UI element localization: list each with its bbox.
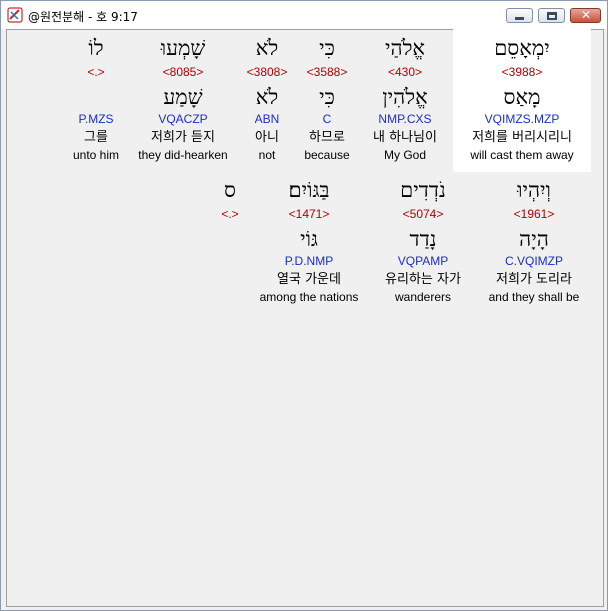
lexical-form: הָיָה <box>519 227 549 251</box>
word-cell[interactable]: יִמְאָסֵם <3988> מָאַס VQIMZS.MZP 저희를 버리… <box>457 33 587 163</box>
morphology-code: C.VQIMZP <box>504 254 563 268</box>
hebrew-word: יִמְאָסֵם <box>494 36 550 60</box>
korean-gloss: 유리하는 자가 <box>385 272 461 287</box>
korean-gloss: 그를 <box>84 130 108 145</box>
app-window: @원전분해 - 호 9:17 ✕ יִמְאָסֵם <3988> מָאַס … <box>0 0 608 611</box>
korean-gloss: 저희를 버리시리니 <box>472 130 572 145</box>
lexical-form <box>165 223 295 253</box>
app-icon <box>7 7 23 23</box>
english-gloss: wanderers <box>394 290 452 304</box>
word-cell[interactable]: נֹדְדִים <5074> נָדַד VQPAMP 유리하는 자가 wan… <box>358 175 488 305</box>
korean-gloss: 저희가 도리라 <box>496 272 572 287</box>
window-title: @원전분해 - 호 9:17 <box>28 10 138 24</box>
strong-number[interactable]: <.> <box>165 205 295 223</box>
title-bar[interactable]: @원전분해 - 호 9:17 ✕ <box>1 1 607 29</box>
lexical-form: נָדַד <box>409 227 437 251</box>
hebrew-word: ס <box>224 178 236 202</box>
word-cell[interactable]: ס <.> <box>165 175 295 305</box>
english-gloss <box>165 289 295 305</box>
close-button[interactable]: ✕ <box>570 8 601 23</box>
morphology-code: P.MZS <box>78 112 114 126</box>
english-gloss: unto him <box>72 148 120 162</box>
hebrew-word: וְיִהְיוּ <box>517 178 551 202</box>
minimize-button[interactable] <box>506 8 533 23</box>
minimize-icon <box>515 17 524 20</box>
morphology-code <box>165 253 295 270</box>
word-cell[interactable]: וְיִהְיוּ <1961> הָיָה C.VQIMZP 저희가 도리라 … <box>469 175 599 305</box>
morphology-code: VQIMZS.MZP <box>484 112 560 126</box>
word-cell[interactable]: לוֹ <.> P.MZS 그를 unto him <box>31 33 161 163</box>
maximize-button[interactable] <box>538 8 565 23</box>
korean-gloss <box>165 270 295 289</box>
english-gloss: will cast them away <box>470 148 574 162</box>
hebrew-word: לוֹ <box>88 36 104 60</box>
strong-number[interactable]: <.> <box>31 63 161 81</box>
morphology-code: VQPAMP <box>397 254 449 268</box>
strong-number[interactable]: <3988> <box>457 63 587 81</box>
lexical-form: מָאַס <box>503 85 541 109</box>
maximize-icon <box>547 12 557 20</box>
strong-number[interactable]: <1961> <box>469 205 599 223</box>
hebrew-word: נֹדְדִים <box>400 178 446 202</box>
english-gloss: and they shall be <box>488 290 580 304</box>
strong-number[interactable]: <5074> <box>358 205 488 223</box>
close-icon: ✕ <box>581 8 592 22</box>
lexical-form <box>31 81 161 111</box>
